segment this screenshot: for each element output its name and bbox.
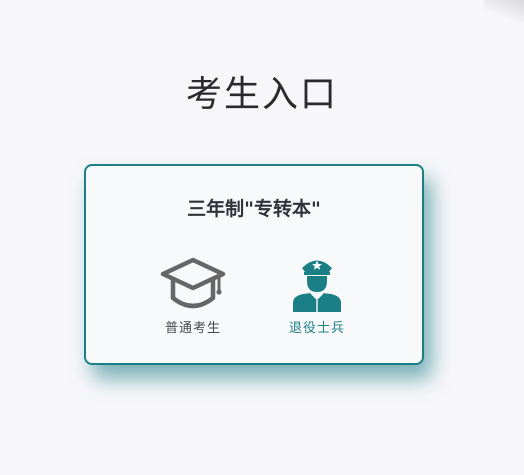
corner-decoration (484, 0, 524, 22)
entry-card: 三年制"专转本" 普通考生 退役士兵 (84, 164, 424, 365)
page-title: 考生入口 (185, 74, 338, 116)
veteran-label: 退役士兵 (288, 321, 345, 336)
card-title: 三年制"专转本" (187, 198, 321, 220)
regular-candidate-option[interactable]: 普通考生 (143, 254, 243, 338)
graduation-cap-icon (160, 257, 226, 309)
soldier-icon (293, 260, 341, 312)
veteran-option[interactable]: 退役士兵 (267, 254, 367, 338)
regular-candidate-label: 普通考生 (164, 321, 221, 336)
